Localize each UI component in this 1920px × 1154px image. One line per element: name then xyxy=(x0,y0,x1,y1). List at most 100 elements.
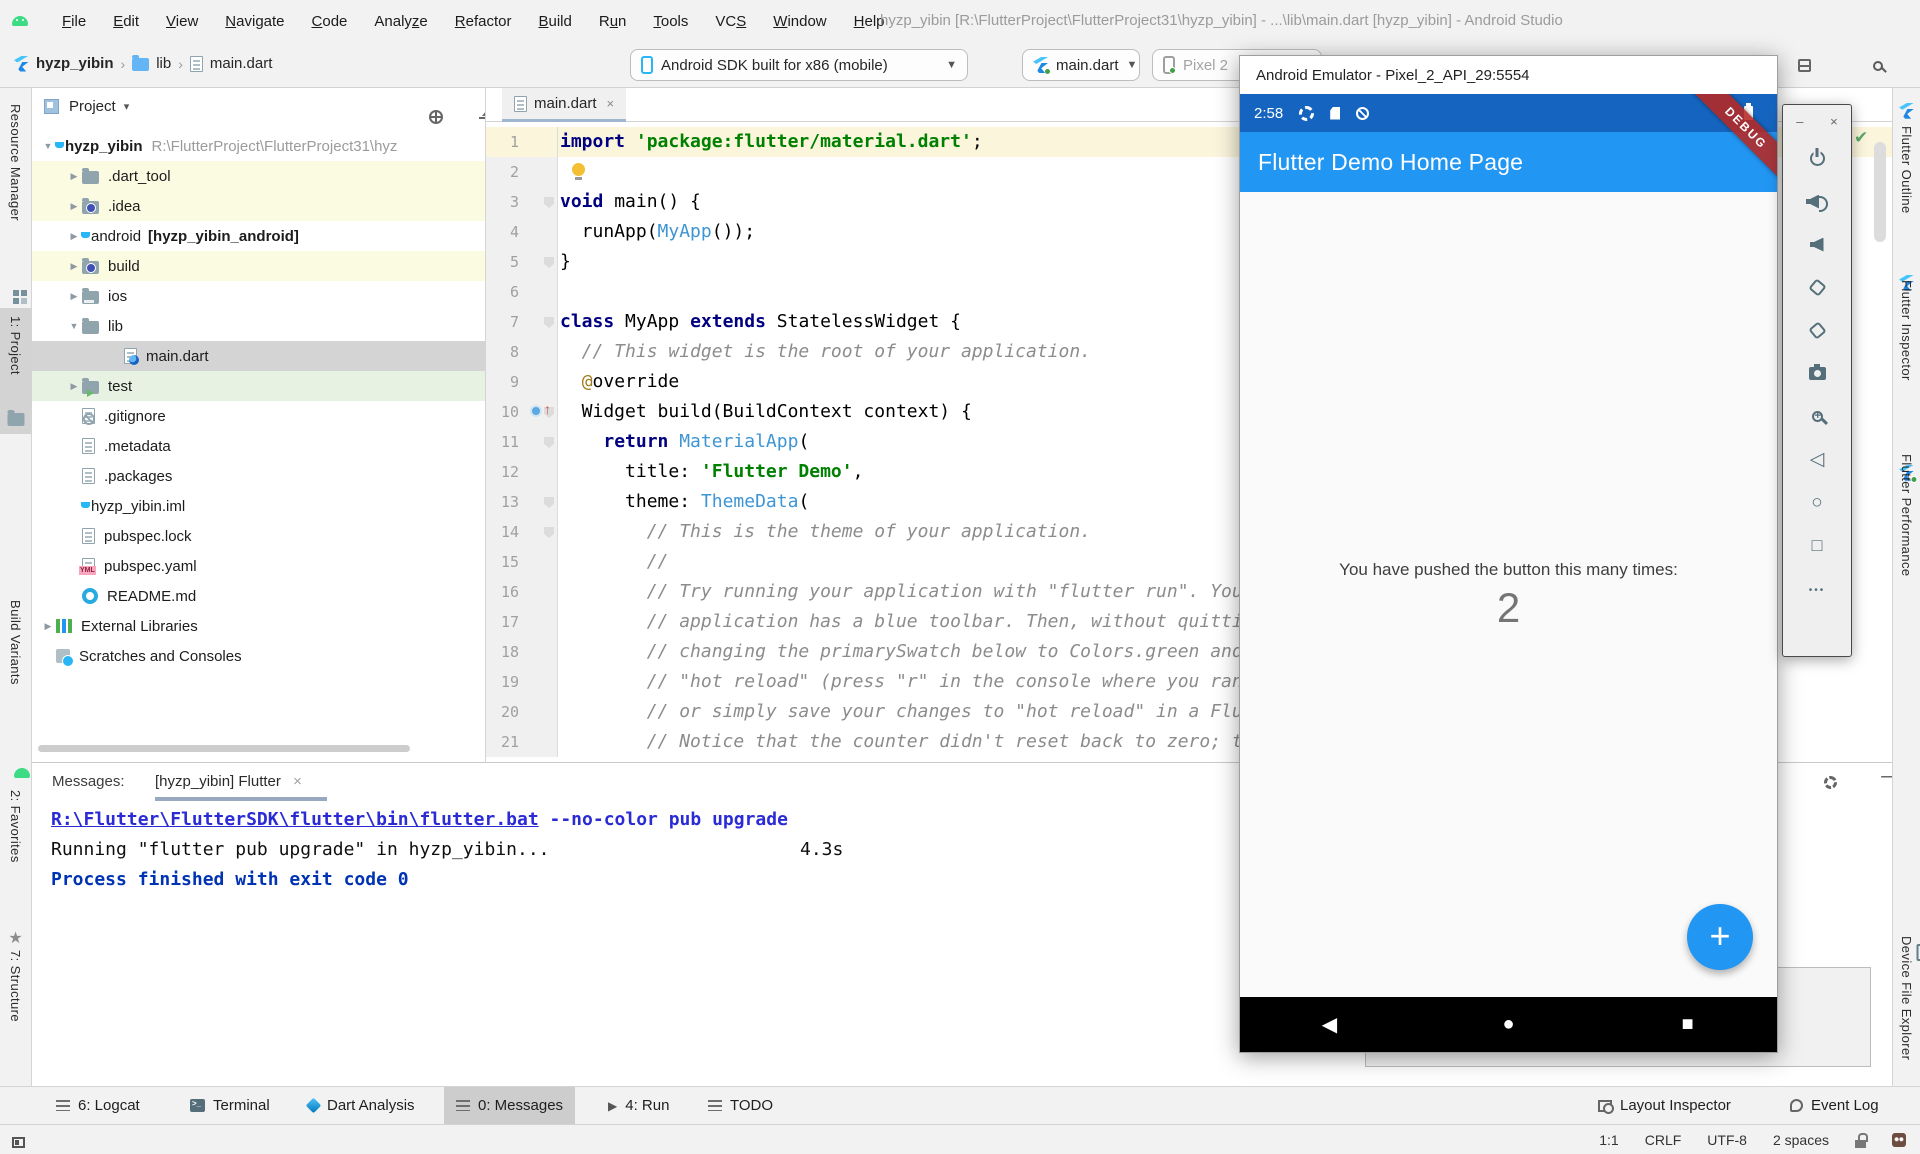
overview-button[interactable]: ■ xyxy=(1598,1013,1777,1036)
breadcrumb-lib[interactable]: lib xyxy=(156,55,171,72)
tree-row-pubspec-yaml[interactable]: pubspec.yaml xyxy=(32,551,485,581)
tree-row--dart-tool[interactable]: ▶.dart_tool xyxy=(32,161,485,191)
sdk-manager-icon[interactable] xyxy=(1798,59,1811,72)
expand-arrow-icon[interactable]: ▶ xyxy=(66,291,82,302)
emulator-close-button[interactable]: × xyxy=(1830,114,1838,129)
expand-arrow-icon[interactable]: ▶ xyxy=(66,201,82,212)
status-item-utf-8[interactable]: UTF-8 xyxy=(1707,1132,1747,1148)
breadcrumb-project[interactable]: hyzp_yibin xyxy=(36,55,114,72)
status-item-crlf[interactable]: CRLF xyxy=(1645,1132,1682,1148)
emulator-minimize-button[interactable]: – xyxy=(1796,114,1803,129)
menu-vcs[interactable]: VCS xyxy=(715,13,746,30)
stripe-tab-7-structure[interactable]: 7: Structure xyxy=(8,950,23,1084)
toolwindow-button-4-run[interactable]: 4: Run xyxy=(596,1087,681,1124)
tree-row-build[interactable]: ▶build xyxy=(32,251,485,281)
toolwindow-button-dart-analysis[interactable]: Dart Analysis xyxy=(296,1087,427,1124)
chevron-down-icon[interactable]: ▾ xyxy=(124,100,130,113)
tree-row-pubspec-lock[interactable]: pubspec.lock xyxy=(32,521,485,551)
toolwindow-button-terminal[interactable]: Terminal xyxy=(178,1087,282,1124)
menu-file[interactable]: File xyxy=(62,13,86,30)
tree-row-main-dart[interactable]: main.dart xyxy=(32,341,485,371)
tree-row-hyzp-yibin[interactable]: ▼hyzp_yibinR:\FlutterProject\FlutterProj… xyxy=(32,131,485,161)
console-link[interactable]: R:\Flutter\FlutterSDK\flutter\bin\flutte… xyxy=(51,809,539,830)
expand-arrow-icon[interactable]: ▶ xyxy=(66,261,82,272)
tree-row--gitignore[interactable]: .gitignore xyxy=(32,401,485,431)
tree-row-readme-md[interactable]: README.md xyxy=(32,581,485,611)
tree-row-scratches-and-consoles[interactable]: Scratches and Consoles xyxy=(32,641,485,671)
toolwindow-button-event-log[interactable]: Event Log xyxy=(1778,1087,1891,1124)
menu-navigate[interactable]: Navigate xyxy=(225,13,284,30)
stripe-tab-build-variants[interactable]: Build Variants xyxy=(8,600,23,752)
expand-arrow-icon[interactable]: ▼ xyxy=(66,321,82,331)
menu-tools[interactable]: Tools xyxy=(653,13,688,30)
status-item-2-spaces[interactable]: 2 spaces xyxy=(1773,1132,1829,1148)
search-everywhere-icon[interactable] xyxy=(1873,61,1883,71)
menu-view[interactable]: View xyxy=(166,13,198,30)
device-selector-dropdown[interactable]: Android SDK built for x86 (mobile) ▼ xyxy=(630,49,968,81)
menu-window[interactable]: Window xyxy=(773,13,826,30)
tree-row--metadata[interactable]: .metadata xyxy=(32,431,485,461)
emulator-volume-up-button[interactable] xyxy=(1783,180,1851,223)
home-button[interactable]: ● xyxy=(1419,1013,1598,1036)
tree-row--packages[interactable]: .packages xyxy=(32,461,485,491)
close-tab-icon[interactable]: × xyxy=(607,96,615,111)
project-panel-title[interactable]: Project xyxy=(69,98,116,115)
tree-row--idea[interactable]: ▶.idea xyxy=(32,191,485,221)
emulator-rotate-left-button[interactable] xyxy=(1783,266,1851,309)
menu-build[interactable]: Build xyxy=(538,13,571,30)
emulator-overview-button[interactable] xyxy=(1783,524,1851,567)
tree-row-external-libraries[interactable]: ▶External Libraries xyxy=(32,611,485,641)
emulator-home-button[interactable] xyxy=(1783,481,1851,524)
stripe-tab-2-favorites[interactable]: 2: Favorites xyxy=(8,790,23,908)
expand-arrow-icon[interactable]: ▶ xyxy=(66,171,82,182)
stripe-tab-flutter-inspector[interactable]: Flutter Inspector xyxy=(1899,280,1914,432)
gear-icon[interactable] xyxy=(1824,776,1837,789)
tree-row-lib[interactable]: ▼lib xyxy=(32,311,485,341)
emulator-title-bar[interactable]: Android Emulator - Pixel_2_API_29:5554 xyxy=(1240,56,1777,94)
emulator-screenshot-button[interactable] xyxy=(1783,352,1851,395)
stripe-tab-flutter-outline[interactable]: Flutter Outline xyxy=(1899,126,1914,268)
emulator-volume-down-button[interactable] xyxy=(1783,223,1851,266)
expand-arrow-icon[interactable]: ▶ xyxy=(40,621,56,632)
tree-row-ios[interactable]: ▶ios xyxy=(32,281,485,311)
stripe-tab-1-project[interactable]: 1: Project xyxy=(0,308,31,434)
emulator-more-button[interactable] xyxy=(1783,567,1851,610)
collapse-all-icon[interactable] xyxy=(479,111,486,124)
emulator-power-button[interactable] xyxy=(1783,137,1851,180)
close-tab-icon[interactable]: × xyxy=(293,773,302,790)
emulator-back-button[interactable] xyxy=(1783,438,1851,481)
toolwindow-button-layout-inspector[interactable]: Layout Inspector xyxy=(1586,1087,1743,1124)
editor-tab-main-dart[interactable]: main.dart × xyxy=(502,88,626,122)
tree-row-android[interactable]: ▶android[hyzp_yibin_android] xyxy=(32,221,485,251)
locate-file-icon[interactable] xyxy=(429,110,443,124)
toolwindow-button-todo[interactable]: TODO xyxy=(696,1087,785,1124)
override-marker-icon[interactable] xyxy=(530,405,542,417)
messages-tab[interactable]: [hyzp_yibin] Flutter × xyxy=(155,773,302,790)
status-item-1-1[interactable]: 1:1 xyxy=(1599,1132,1618,1148)
tool-window-toggle-icon[interactable] xyxy=(12,1137,25,1148)
left-tool-stripe: Resource Manager 1: Project Build Variants… xyxy=(0,88,32,1124)
emulator-screen[interactable]: 2:58 Flutter Demo Home Page You have pus… xyxy=(1240,94,1777,1052)
menu-edit[interactable]: Edit xyxy=(113,13,139,30)
menu-analyze[interactable]: Analyze xyxy=(374,13,427,30)
menu-code[interactable]: Code xyxy=(312,13,348,30)
editor-scrollbar[interactable] xyxy=(1874,142,1886,242)
breadcrumb-file[interactable]: main.dart xyxy=(210,55,273,72)
menu-run[interactable]: Run xyxy=(599,13,627,30)
back-button[interactable]: ◀ xyxy=(1240,1012,1419,1037)
fab-increment-button[interactable]: + xyxy=(1687,904,1753,970)
inspections-ok-icon[interactable]: ✔ xyxy=(1854,128,1868,148)
toolwindow-button-6-logcat[interactable]: 6: Logcat xyxy=(44,1087,152,1124)
tree-row-hyzp-yibin-iml[interactable]: hyzp_yibin.iml xyxy=(32,491,485,521)
tree-row-test[interactable]: ▶test xyxy=(32,371,485,401)
intention-bulb-icon[interactable] xyxy=(572,163,585,176)
stripe-tab-resource-manager[interactable]: Resource Manager xyxy=(8,104,23,280)
horizontal-scrollbar[interactable] xyxy=(38,745,410,752)
emulator-zoom-button[interactable] xyxy=(1783,395,1851,438)
toolwindow-button-0-messages[interactable]: 0: Messages xyxy=(444,1087,575,1124)
expand-arrow-icon[interactable]: ▶ xyxy=(66,381,82,392)
menu-refactor[interactable]: Refactor xyxy=(455,13,512,30)
run-config-dropdown[interactable]: main.dart ▼ xyxy=(1022,49,1140,81)
stripe-tab-flutter-performance[interactable]: Flutter Performance xyxy=(1899,454,1914,630)
emulator-rotate-right-button[interactable] xyxy=(1783,309,1851,352)
